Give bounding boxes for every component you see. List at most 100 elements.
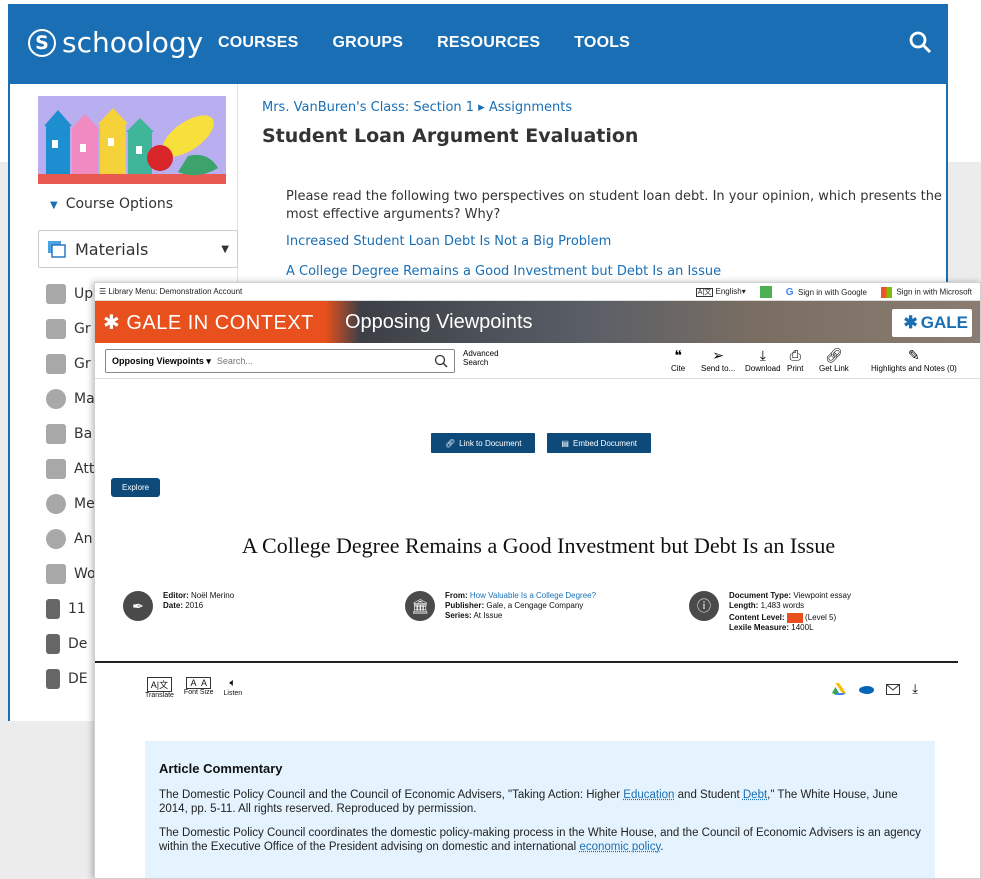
folder-icon (46, 633, 60, 654)
language-label: English▾ (715, 287, 746, 296)
email-icon[interactable] (886, 683, 901, 695)
link-to-document-button[interactable]: 🔗︎ Link to Document (431, 433, 536, 453)
gale-logo-label: GALE (920, 313, 968, 332)
search-scope-select[interactable]: Opposing Viewpoints ▾ (106, 356, 217, 367)
link-student-loan-debt[interactable]: Increased Student Loan Debt Is Not a Big… (286, 234, 611, 249)
cite-button[interactable]: ❝ Cite (671, 346, 685, 373)
print-button[interactable]: ⎙ Print (787, 346, 803, 373)
get-link-button[interactable]: 🔗︎ Get Link (819, 346, 849, 373)
editor-label: Editor: (163, 591, 189, 600)
schoology-logo[interactable]: S schoology (28, 26, 203, 59)
print-label: Print (787, 364, 804, 373)
course-options[interactable]: ▼ Course Options (50, 196, 173, 212)
font-size-button[interactable]: A A Font Size (184, 677, 214, 699)
search-label: Search (463, 358, 489, 367)
debt-link[interactable]: Debt (743, 789, 767, 801)
sidebar-item-members[interactable]: Me (46, 486, 96, 521)
download-button[interactable]: ⤓ Download (745, 346, 781, 373)
search-icon[interactable] (434, 354, 448, 368)
gale-logo[interactable]: ✱ GALE (892, 309, 972, 337)
source-link[interactable]: How Valuable Is a College Degree? (470, 591, 596, 600)
updates-icon (46, 283, 66, 304)
link-college-degree[interactable]: A College Degree Remains a Good Investme… (286, 264, 721, 279)
onedrive-icon[interactable] (858, 684, 875, 694)
gale-toolbar: Opposing Viewpoints ▾ AdvancedSearch ❝Ci… (95, 343, 980, 379)
publisher-value: Gale, a Cengage Company (486, 601, 584, 610)
nav-groups[interactable]: GROUPS (333, 34, 404, 52)
folder-icon (46, 598, 60, 619)
listen-button[interactable]: 🔈︎ Listen (224, 677, 243, 699)
sidebar-item-de[interactable]: De (46, 626, 96, 661)
sidebar-item-mastery[interactable]: Ma (46, 381, 96, 416)
length-value: 1,483 words (760, 601, 805, 610)
meta-document-info: ⓘ Document Type: Viewpoint essay Length:… (689, 591, 851, 633)
length-label: Length: (729, 601, 759, 610)
search-input[interactable] (216, 356, 434, 366)
nav-tools[interactable]: TOOLS (574, 34, 630, 52)
language-select[interactable]: A|文 English▾ (695, 287, 746, 297)
font-size-icon: A A (186, 677, 211, 689)
commentary-paragraph: The Domestic Policy Council coordinates … (159, 826, 921, 854)
sidebar-item-de-caps[interactable]: DE (46, 661, 96, 696)
link-to-document-label: Link to Document (459, 438, 522, 448)
gale-in-context-logo[interactable]: ✱ GALE IN CONTEXT (103, 310, 314, 335)
nav-resources[interactable]: RESOURCES (437, 34, 540, 52)
sidebar-item-11[interactable]: 11 (46, 591, 96, 626)
search-bar: Opposing Viewpoints ▾ (105, 349, 455, 373)
lexile-label: Lexile Measure: (729, 623, 790, 633)
get-link-label: Get Link (819, 364, 849, 373)
search-icon[interactable] (908, 30, 932, 54)
sidebar-item-gradebook[interactable]: Gr (46, 311, 96, 346)
brand-label: GALE IN CONTEXT (126, 312, 314, 334)
mastery-icon (46, 388, 66, 409)
print-icon: ⎙ (789, 347, 801, 363)
sidebar-item-workload[interactable]: Wo (46, 556, 96, 591)
download-icon[interactable]: ⤓ (912, 681, 918, 697)
google-drive-icon[interactable] (832, 683, 847, 695)
sidebar-item-label: DE (68, 670, 88, 687)
explore-button[interactable]: Explore (111, 478, 161, 497)
highlights-label: Highlights and Notes (0) (871, 364, 957, 373)
sidebar-item-grade-setup[interactable]: Gr (46, 346, 96, 381)
sign-in-microsoft[interactable]: Sign in with Microsoft (880, 286, 972, 298)
course-image (38, 96, 226, 184)
download-label: Download (745, 364, 781, 373)
google-icon: G (785, 286, 794, 298)
nav-courses[interactable]: COURSES (218, 34, 299, 52)
sidebar-item-attendance[interactable]: Att (46, 451, 96, 486)
materials-menu[interactable]: Materials ▼ (38, 230, 238, 268)
sidebar-item-badges[interactable]: Ba (46, 416, 96, 451)
commentary-title: Article Commentary (159, 761, 283, 776)
gale-banner: ✱ GALE IN CONTEXT Opposing Viewpoints ✱ G… (95, 301, 980, 343)
series-value: At Issue (473, 611, 503, 620)
library-menu[interactable]: ☰ Library Menu: Demonstration Account (99, 287, 242, 296)
translate-button[interactable]: A|文 Translate (145, 677, 174, 699)
breadcrumb[interactable]: Mrs. VanBuren's Class: Section 1 ▸ Assig… (262, 100, 638, 115)
materials-icon (48, 241, 66, 258)
sidebar-item-label: Ma (74, 390, 95, 407)
gradebook-icon (46, 318, 66, 339)
gale-star-icon: ✱ (103, 312, 121, 334)
link-icon: 🔗︎ (445, 438, 456, 448)
send-to-button[interactable]: ➢ Send to... (701, 346, 735, 373)
date-value: 2016 (185, 601, 204, 610)
education-link[interactable]: Education (623, 789, 674, 801)
highlights-notes-button[interactable]: ✎ Highlights and Notes (0) (871, 346, 957, 373)
embed-document-button[interactable]: ▤ Embed Document (547, 433, 652, 453)
commentary-paragraph: The Domestic Policy Council and the Coun… (159, 788, 921, 816)
sidebar-list: Up Gr Gr Ma Ba Att Me An Wo 11 De DE (46, 276, 96, 696)
download-icon: ⤓ (759, 347, 766, 363)
accessibility-icon[interactable] (759, 286, 772, 298)
page-title: Student Loan Argument Evaluation (262, 125, 639, 147)
institution-icon: 🏛︎ (405, 591, 435, 621)
advanced-search-link[interactable]: Advanced Search (463, 349, 499, 367)
sign-in-google[interactable]: G Sign in with Google (786, 287, 867, 298)
economic-policy-link[interactable]: economic policy (579, 841, 660, 853)
series-label: Series: (445, 611, 472, 620)
main-nav: COURSES GROUPS RESOURCES TOOLS (218, 34, 630, 52)
course-options-label: Course Options (65, 196, 174, 212)
sidebar-item-updates[interactable]: Up (46, 276, 96, 311)
meta-source: 🏛︎ From: How Valuable Is a College Degre… (405, 591, 596, 621)
sidebar-item-analytics[interactable]: An (46, 521, 96, 556)
analytics-icon (46, 528, 66, 549)
